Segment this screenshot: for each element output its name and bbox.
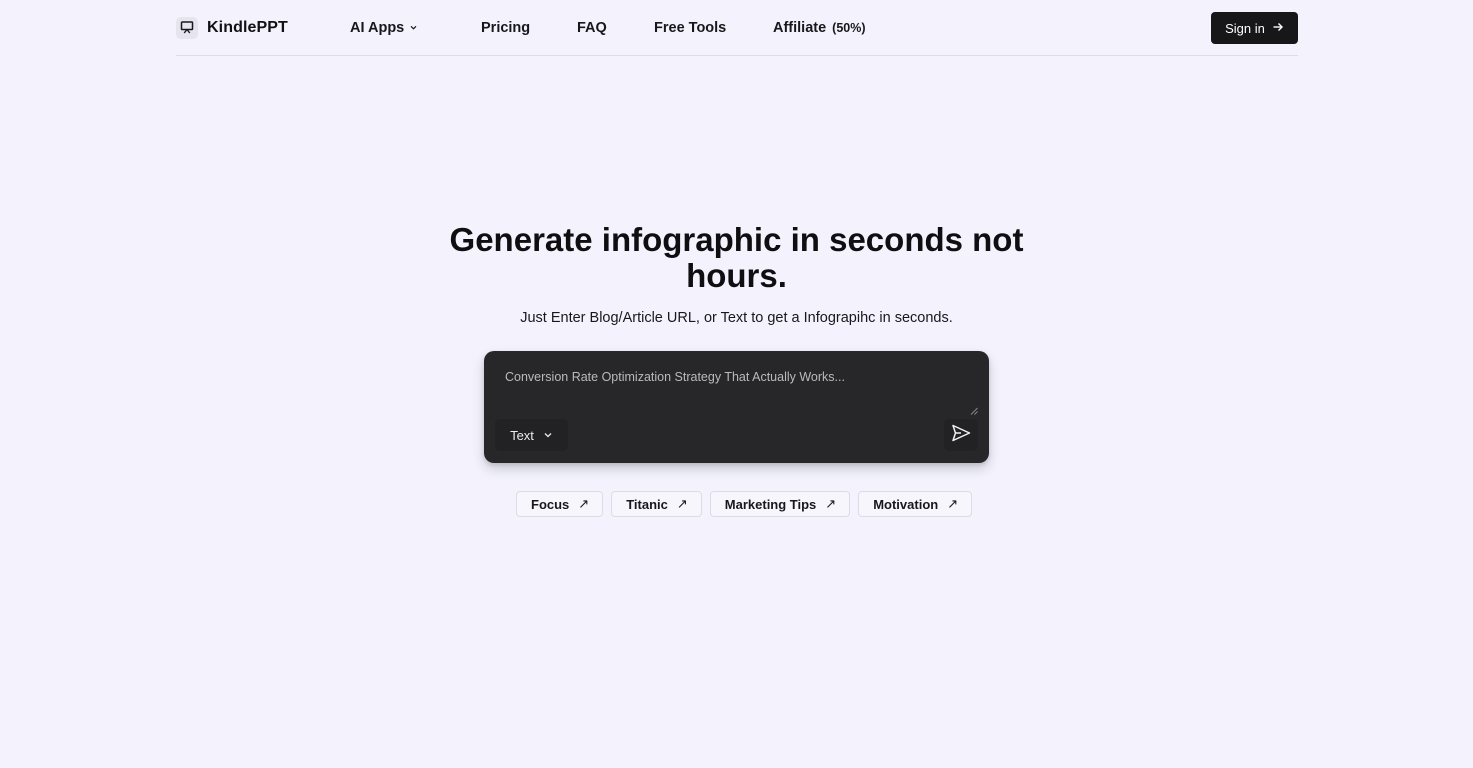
arrow-up-right-icon: ↗ [947,496,959,511]
affiliate-badge: (50%) [832,21,866,35]
nav-ai-apps-label: AI Apps [350,20,405,36]
arrow-up-right-icon: ↗ [676,496,688,511]
brand-name: KindlePPT [207,18,288,36]
arrow-up-right-icon: ↗ [578,496,590,511]
nav-pricing-label: Pricing [481,20,531,36]
page-title: Generate infographic in seconds not hour… [449,221,1024,294]
nav-faq[interactable]: FAQ [577,0,607,56]
nav-ai-apps[interactable]: AI Apps [350,0,418,56]
arrow-right-icon [1272,21,1284,36]
suggestion-label: Marketing Tips [724,496,817,512]
suggestion-label: Motivation [873,496,939,512]
chevron-down-icon [409,20,418,36]
prompt-input-panel: Text [484,351,989,463]
arrow-up-right-icon: ↗ [825,496,837,511]
resize-handle-icon[interactable] [970,402,978,415]
chevron-down-icon [543,428,553,443]
page: KindlePPT AI Apps Pricing FAQ Free Tools… [0,0,1473,768]
nav-affiliate-label: Affiliate [773,20,827,36]
page-subtitle: Just Enter Blog/Article URL, or Text to … [520,310,953,326]
input-type-select[interactable]: Text [495,419,568,451]
suggestion-chip-motivation[interactable]: Motivation ↗ [858,491,973,517]
send-button[interactable] [944,419,978,451]
send-icon [951,424,971,447]
suggestion-label: Titanic [626,496,668,512]
prompt-textarea[interactable] [494,359,979,411]
nav-faq-label: FAQ [577,20,607,36]
nav-affiliate[interactable]: Affiliate (50%) [773,0,866,56]
suggestion-chip-marketing-tips[interactable]: Marketing Tips ↗ [709,491,851,517]
presentation-icon [176,16,198,39]
nav-free-tools-label: Free Tools [654,20,727,36]
suggestion-chip-focus[interactable]: Focus ↗ [516,491,604,517]
suggestion-chip-titanic[interactable]: Titanic ↗ [611,491,702,517]
suggestion-chips: Focus ↗ Titanic ↗ Marketing Tips ↗ Motiv… [516,491,973,517]
nav-pricing[interactable]: Pricing [481,0,530,56]
brand-logo[interactable]: KindlePPT [176,16,288,39]
suggestion-label: Focus [531,496,570,512]
top-navbar: KindlePPT AI Apps Pricing FAQ Free Tools… [176,0,1298,56]
nav-free-tools[interactable]: Free Tools [654,0,726,56]
input-type-value: Text [510,427,534,443]
sign-in-label: Sign in [1225,20,1265,36]
sign-in-button[interactable]: Sign in [1211,12,1298,44]
